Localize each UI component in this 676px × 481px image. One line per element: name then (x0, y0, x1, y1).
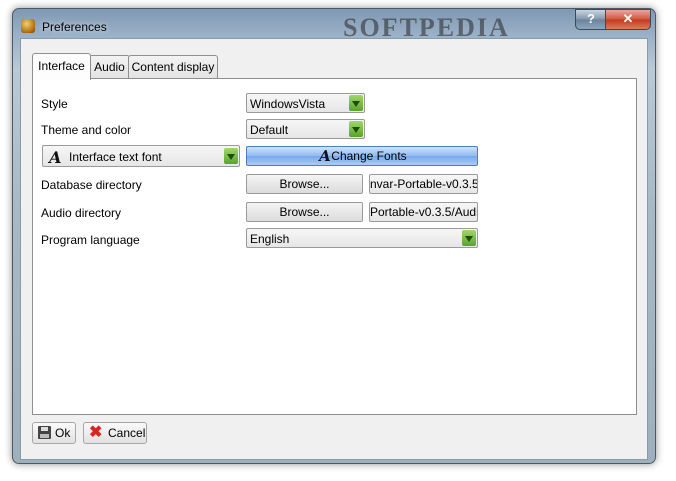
red-x-icon: ✖ (89, 424, 103, 441)
program-language-label: Program language (41, 233, 140, 247)
ok-label: Ok (55, 426, 71, 440)
style-label: Style (41, 97, 68, 111)
database-path-field[interactable]: nvar-Portable-v0.3.5 (369, 174, 478, 194)
font-select[interactable]: A Interface text font (42, 145, 240, 167)
language-select[interactable]: English (246, 228, 478, 248)
database-directory-label: Database directory (41, 178, 142, 192)
title-bar[interactable]: Preferences SOFTPEDIA ? ✕ (13, 9, 655, 42)
dropdown-arrow-icon (462, 230, 476, 246)
preferences-window: Preferences SOFTPEDIA ? ✕ Interface Audi… (12, 8, 656, 464)
cancel-label: Cancel (108, 426, 146, 440)
tab-audio[interactable]: Audio (89, 55, 130, 78)
theme-select-value: Default (250, 123, 289, 137)
dialog-client-area: Interface Audio Content display Style Wi… (20, 38, 648, 460)
dropdown-arrow-icon (349, 121, 363, 137)
dropdown-arrow-icon (349, 95, 363, 111)
window-title: Preferences (42, 20, 107, 34)
ok-button[interactable]: Ok (32, 422, 76, 444)
interface-panel: Style WindowsVista Theme and color Defau… (32, 78, 637, 415)
language-select-value: English (250, 232, 290, 246)
cancel-button[interactable]: ✖ Cancel (83, 422, 147, 444)
help-button[interactable]: ? (575, 9, 607, 30)
tab-content-display[interactable]: Content display (128, 55, 218, 78)
font-a-icon: A (47, 148, 64, 167)
app-icon (21, 19, 35, 33)
close-button[interactable]: ✕ (605, 9, 651, 30)
floppy-save-icon (38, 426, 51, 439)
theme-select[interactable]: Default (246, 119, 365, 139)
font-select-value: Interface text font (69, 150, 162, 164)
audio-browse-button[interactable]: Browse... (246, 202, 363, 222)
style-select-value: WindowsVista (250, 97, 326, 111)
dropdown-arrow-icon (224, 148, 238, 164)
audio-path-field[interactable]: Portable-v0.3.5/Audio (369, 202, 478, 222)
style-select[interactable]: WindowsVista (246, 93, 365, 113)
audio-directory-label: Audio directory (41, 206, 122, 220)
database-browse-button[interactable]: Browse... (246, 174, 363, 194)
theme-label: Theme and color (41, 123, 132, 137)
change-fonts-button[interactable]: A Change Fonts (246, 146, 478, 166)
tab-interface[interactable]: Interface (32, 53, 91, 80)
